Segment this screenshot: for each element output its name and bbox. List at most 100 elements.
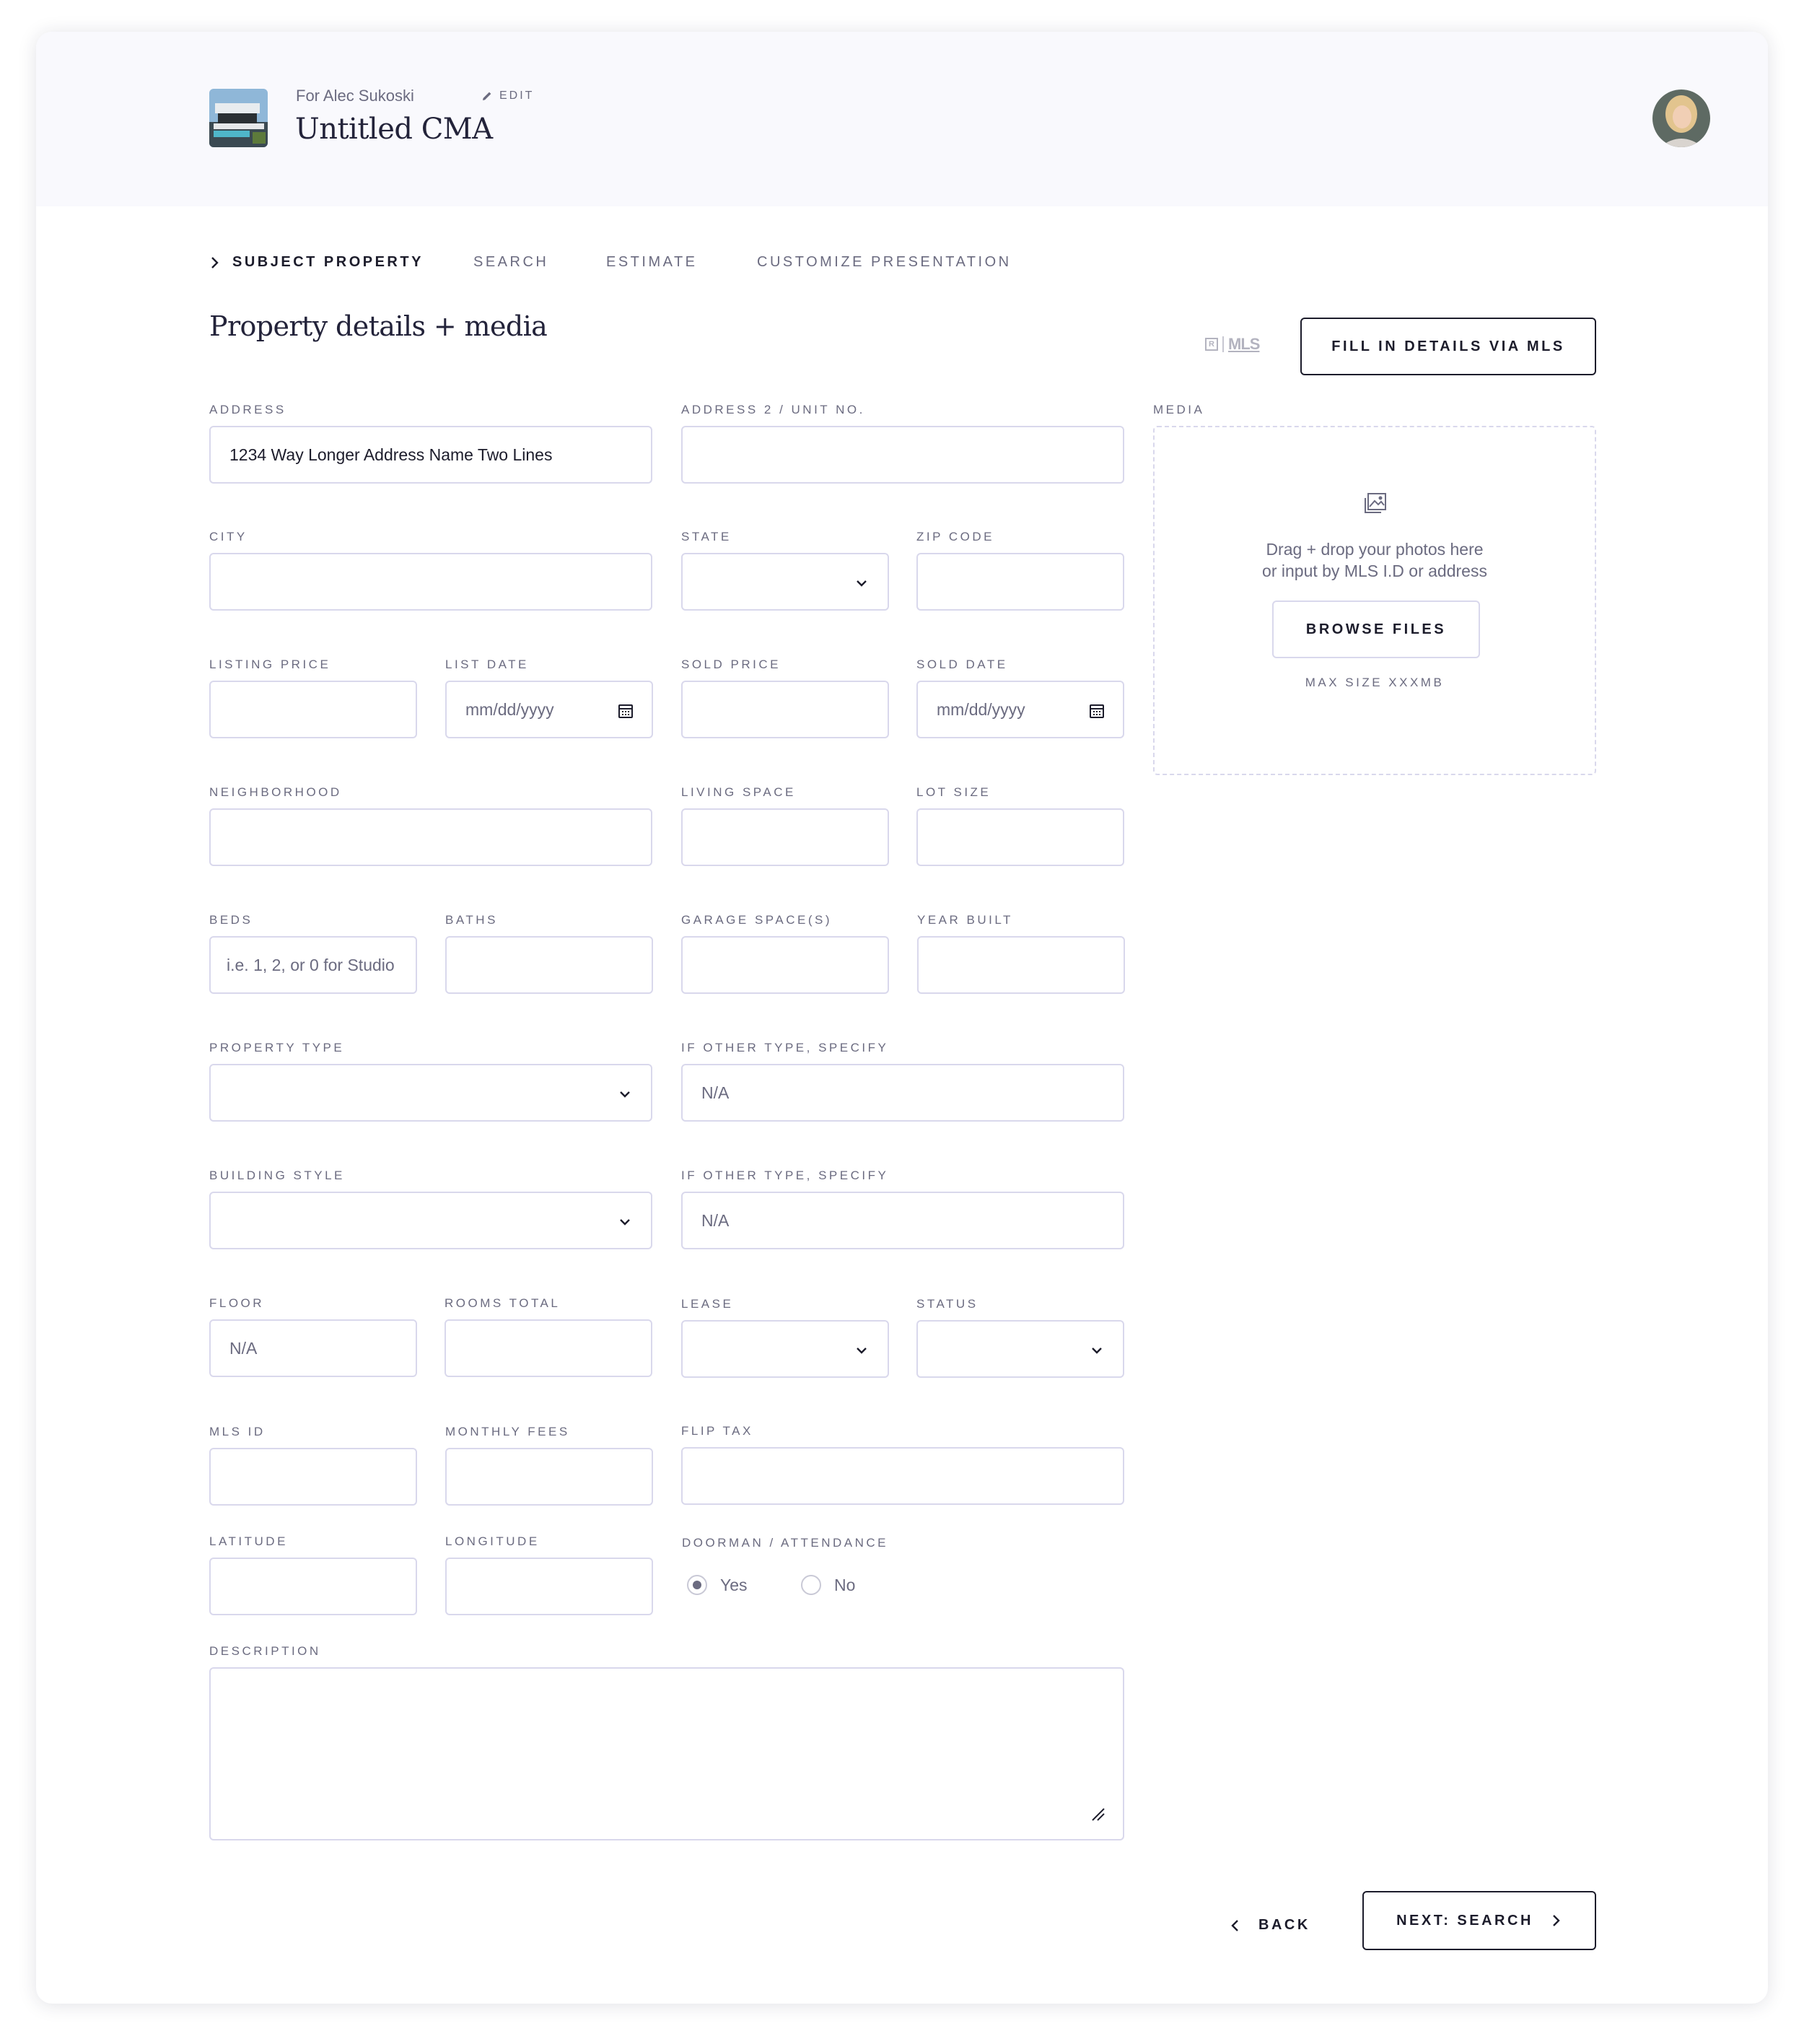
address2-input[interactable] [681, 426, 1124, 484]
lot-size-label: LOT SIZE [916, 785, 991, 799]
longitude-label: LONGITUDE [445, 1534, 540, 1548]
living-space-input[interactable] [681, 808, 889, 866]
radio-label-no: No [834, 1575, 856, 1594]
chevron-right-icon [211, 256, 219, 268]
doorman-no-radio[interactable]: No [801, 1575, 855, 1595]
back-button[interactable]: BACK [1230, 1917, 1310, 1934]
address-input[interactable]: 1234 Way Longer Address Name Two Lines [209, 426, 652, 484]
lease-label: LEASE [681, 1297, 734, 1311]
sold-date-label: SOLD DATE [916, 658, 1008, 671]
lot-size-input[interactable] [916, 808, 1124, 866]
description-textarea[interactable] [209, 1667, 1124, 1840]
list-date-input[interactable]: mm/dd/yyyy [445, 681, 653, 738]
logo-divider [1222, 336, 1224, 352]
sold-price-input[interactable] [681, 681, 889, 738]
next-search-button[interactable]: NEXT: SEARCH [1362, 1891, 1596, 1950]
tab-search[interactable]: SEARCH [473, 254, 548, 271]
list-date-placeholder: mm/dd/yyyy [465, 699, 554, 719]
city-input[interactable] [209, 553, 652, 611]
fill-details-mls-button[interactable]: FILL IN DETAILS VIA MLS [1300, 318, 1596, 375]
lease-select[interactable] [681, 1320, 889, 1378]
latitude-input[interactable] [209, 1558, 417, 1615]
property-type-label: PROPERTY TYPE [209, 1041, 345, 1054]
calendar-icon[interactable] [1088, 702, 1105, 720]
step-tabs: SUBJECT PROPERTY SEARCH ESTIMATE CUSTOMI… [36, 248, 1768, 277]
edit-label: EDIT [499, 89, 535, 102]
page-header: For Alec Sukoski EDIT Untitled CMA [36, 32, 1768, 206]
status-select[interactable] [916, 1320, 1124, 1378]
tab-label: ESTIMATE [606, 254, 698, 270]
media-label: MEDIA [1153, 403, 1205, 416]
floor-input[interactable]: N/A [209, 1319, 417, 1377]
dropzone-line1: Drag + drop your photos here [1266, 540, 1484, 559]
latitude-label: LATITUDE [209, 1534, 288, 1548]
chevron-down-icon [857, 1348, 867, 1354]
calendar-icon[interactable] [617, 702, 634, 720]
radio-selected-icon [687, 1575, 707, 1595]
radio-label-yes: Yes [720, 1575, 748, 1594]
year-built-input[interactable] [917, 936, 1125, 994]
listing-price-input[interactable] [209, 681, 417, 738]
building-style-select[interactable] [209, 1192, 652, 1249]
mls-logo-text: MLS [1228, 335, 1260, 353]
avatar[interactable] [1652, 89, 1710, 147]
mls-id-label: MLS ID [209, 1425, 266, 1438]
tab-customize-presentation[interactable]: CUSTOMIZE PRESENTATION [757, 254, 1012, 271]
other-type-label: IF OTHER TYPE, SPECIFY [681, 1041, 889, 1054]
floor-label: FLOOR [209, 1296, 265, 1310]
resize-handle-icon[interactable] [1090, 1806, 1105, 1822]
beds-input[interactable]: i.e. 1, 2, or 0 for Studio [209, 936, 417, 994]
status-label: STATUS [916, 1297, 978, 1311]
monthly-fees-input[interactable] [445, 1448, 653, 1506]
other-type-input[interactable]: N/A [681, 1064, 1124, 1122]
city-label: CITY [209, 530, 248, 543]
other-style-label: IF OTHER TYPE, SPECIFY [681, 1169, 889, 1182]
max-size-text: MAX SIZE XXXMB [1305, 676, 1445, 689]
radio-unselected-icon [801, 1575, 821, 1595]
browse-files-button[interactable]: BROWSE FILES [1272, 600, 1480, 658]
state-select[interactable] [681, 553, 889, 611]
pencil-icon [483, 92, 491, 100]
zip-input[interactable] [916, 553, 1124, 611]
garage-label: GARAGE SPACE(S) [681, 913, 832, 927]
next-label: NEXT: SEARCH [1396, 1912, 1533, 1929]
client-line: For Alec Sukoski [296, 87, 414, 105]
property-type-select[interactable] [209, 1064, 652, 1122]
flip-tax-input[interactable] [681, 1447, 1124, 1505]
tab-subject-property[interactable]: SUBJECT PROPERTY [209, 254, 424, 271]
chevron-down-icon [620, 1091, 630, 1098]
building-style-label: BUILDING STYLE [209, 1169, 345, 1182]
chevron-down-icon [1092, 1348, 1102, 1354]
baths-input[interactable] [445, 936, 653, 994]
dropzone-line2: or input by MLS I.D or address [1262, 562, 1487, 580]
longitude-input[interactable] [445, 1558, 653, 1615]
rooms-total-input[interactable] [445, 1319, 652, 1377]
sold-date-placeholder: mm/dd/yyyy [937, 699, 1025, 719]
neighborhood-input[interactable] [209, 808, 652, 866]
mls-id-input[interactable] [209, 1448, 417, 1506]
list-date-label: LIST DATE [445, 658, 529, 671]
garage-input[interactable] [681, 936, 889, 994]
sold-date-input[interactable]: mm/dd/yyyy [916, 681, 1124, 738]
tab-estimate[interactable]: ESTIMATE [606, 254, 698, 271]
sold-price-label: SOLD PRICE [681, 658, 781, 671]
description-label: DESCRIPTION [209, 1644, 321, 1658]
neighborhood-label: NEIGHBORHOOD [209, 785, 342, 799]
cma-title: Untitled CMA [295, 113, 493, 146]
edit-button[interactable]: EDIT [481, 89, 534, 102]
chevron-right-icon [1553, 1915, 1560, 1926]
image-upload-icon [1365, 493, 1386, 513]
doorman-yes-radio[interactable]: Yes [687, 1575, 748, 1595]
flip-tax-label: FLIP TAX [681, 1424, 753, 1438]
media-dropzone[interactable]: Drag + drop your photos here or input by… [1153, 426, 1596, 775]
back-label: BACK [1258, 1917, 1310, 1933]
address-label: ADDRESS [209, 403, 286, 416]
doorman-label: DOORMAN / ATTENDANCE [682, 1536, 888, 1550]
tab-label: SUBJECT PROPERTY [232, 254, 424, 270]
monthly-fees-label: MONTHLY FEES [445, 1425, 570, 1438]
other-style-input[interactable]: N/A [681, 1192, 1124, 1249]
living-space-label: LIVING SPACE [681, 785, 796, 799]
baths-label: BATHS [445, 913, 498, 927]
address2-label: ADDRESS 2 / UNIT NO. [681, 403, 865, 416]
section-title: Property details + media [209, 310, 548, 342]
